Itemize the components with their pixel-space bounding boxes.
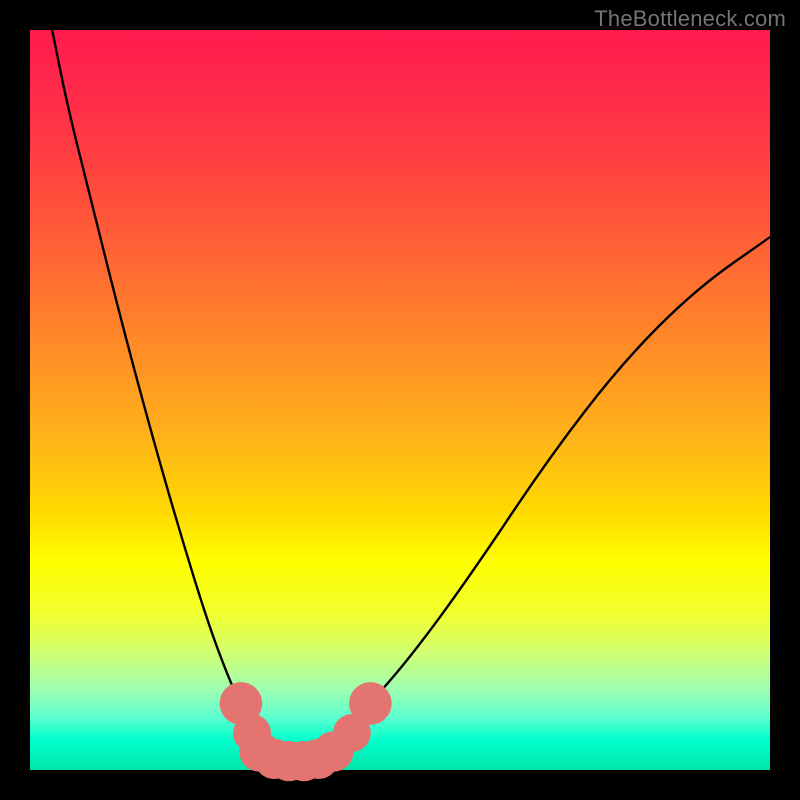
curve-marker <box>349 682 392 725</box>
watermark-text: TheBottleneck.com <box>594 6 786 32</box>
bottleneck-curve <box>52 30 770 761</box>
outer-frame: TheBottleneck.com <box>0 0 800 800</box>
curve-markers <box>220 682 392 781</box>
plot-area <box>30 30 770 770</box>
curve-svg <box>30 30 770 770</box>
